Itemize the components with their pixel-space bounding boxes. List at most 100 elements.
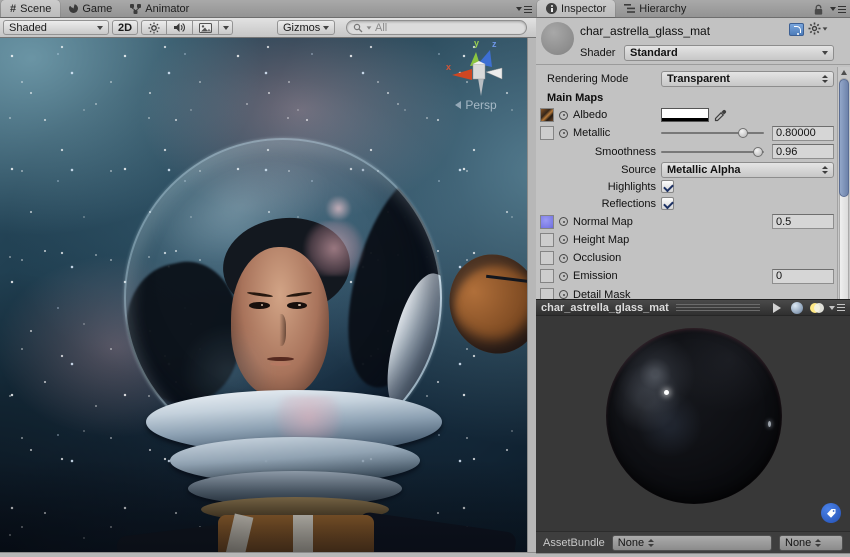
inspector-pane-menu-icon[interactable] bbox=[830, 4, 846, 14]
search-icon bbox=[353, 23, 363, 33]
preview-title: char_astrella_glass_mat bbox=[541, 302, 669, 314]
rendering-mode-dropdown[interactable]: Transparent bbox=[661, 71, 834, 87]
texture-picker-icon[interactable] bbox=[559, 254, 568, 263]
detail-mask-row: Detail Mask bbox=[540, 286, 834, 299]
normal-map-texture-thumbnail[interactable] bbox=[540, 215, 554, 229]
texture-picker-icon[interactable] bbox=[559, 217, 568, 226]
preview-material-sphere[interactable] bbox=[606, 328, 782, 504]
assetbundle-label: AssetBundle bbox=[543, 537, 605, 549]
chevron-down-icon bbox=[323, 26, 329, 30]
texture-picker-icon[interactable] bbox=[559, 235, 568, 244]
shader-dropdown[interactable]: Standard bbox=[624, 45, 834, 61]
material-properties: Rendering Mode Transparent Main Maps bbox=[536, 66, 837, 299]
gear-icon[interactable] bbox=[808, 22, 828, 35]
scene-toolbar: Shaded 2D bbox=[0, 18, 536, 38]
emission-texture-thumbnail[interactable] bbox=[540, 269, 554, 283]
smoothness-label: Smoothness bbox=[540, 146, 656, 158]
gear-glyph bbox=[808, 22, 821, 35]
material-preview-panel: char_astrella_glass_mat bbox=[536, 299, 850, 557]
occlusion-texture-thumbnail[interactable] bbox=[540, 251, 554, 265]
main-maps-header: Main Maps bbox=[540, 92, 603, 104]
source-row: Source Metallic Alpha bbox=[540, 161, 834, 179]
preview-menu-icon[interactable] bbox=[829, 303, 845, 313]
metallic-texture-thumbnail[interactable] bbox=[540, 126, 554, 140]
orientation-gizmo[interactable] bbox=[440, 42, 516, 100]
scene-pane-menu-icon[interactable] bbox=[516, 4, 532, 14]
height-map-texture-thumbnail[interactable] bbox=[540, 233, 554, 247]
preview-light-button[interactable] bbox=[807, 300, 827, 315]
albedo-color-swatch[interactable] bbox=[661, 108, 709, 122]
main-maps-header-row: Main Maps bbox=[540, 89, 834, 106]
normal-map-value-field[interactable]: 0.5 bbox=[772, 214, 834, 229]
gizmo-axis-down[interactable] bbox=[478, 78, 484, 96]
preview-drag-handle[interactable] bbox=[676, 304, 760, 311]
scene-viewport-row: x y z Persp bbox=[0, 38, 536, 552]
2d-toggle-button[interactable]: 2D bbox=[112, 20, 138, 35]
detail-mask-texture-thumbnail[interactable] bbox=[540, 288, 554, 299]
tab-hierarchy[interactable]: Hierarchy bbox=[615, 0, 695, 17]
scene-effects-button[interactable] bbox=[193, 20, 219, 35]
gizmo-x-label: x bbox=[446, 62, 451, 72]
gizmos-dropdown[interactable]: Gizmos bbox=[277, 20, 335, 35]
assetbundle-name-dropdown[interactable]: None bbox=[612, 535, 772, 551]
gizmo-y-label: y bbox=[474, 38, 479, 48]
source-dropdown[interactable]: Metallic Alpha bbox=[661, 162, 834, 178]
scroll-up-arrow[interactable] bbox=[841, 70, 847, 75]
scene-lighting-button[interactable] bbox=[141, 20, 167, 35]
shading-mode-label: Shaded bbox=[9, 22, 47, 34]
inspector-scrollbar[interactable] bbox=[837, 67, 850, 299]
gizmo-x-axis[interactable] bbox=[452, 69, 472, 80]
chevron-down-icon bbox=[823, 27, 828, 30]
lock-icon[interactable] bbox=[813, 4, 824, 16]
texture-picker-icon[interactable] bbox=[559, 129, 568, 138]
search-filter-chevron-icon bbox=[367, 26, 372, 29]
scroll-thumb[interactable] bbox=[839, 79, 849, 197]
updown-arrows-icon bbox=[648, 539, 654, 547]
metallic-slider[interactable] bbox=[661, 126, 764, 140]
hierarchy-icon bbox=[624, 4, 635, 13]
preview-mesh-button[interactable] bbox=[787, 300, 807, 315]
highlights-checkbox[interactable] bbox=[661, 180, 674, 193]
smoothness-slider[interactable] bbox=[661, 145, 764, 159]
metallic-value-field[interactable]: 0.80000 bbox=[772, 126, 834, 141]
texture-picker-icon[interactable] bbox=[559, 111, 568, 120]
highlights-label: Highlights bbox=[540, 181, 656, 193]
scene-viewport[interactable]: x y z Persp bbox=[0, 38, 527, 552]
gizmo-axis-right[interactable] bbox=[486, 68, 502, 79]
albedo-texture-thumbnail[interactable] bbox=[540, 108, 554, 122]
slider-knob[interactable] bbox=[753, 147, 763, 157]
help-icon[interactable] bbox=[789, 23, 804, 36]
texture-picker-icon[interactable] bbox=[559, 272, 568, 281]
height-map-row: Height Map bbox=[540, 231, 834, 249]
tab-animator-label: Animator bbox=[145, 3, 189, 15]
updown-arrows-icon bbox=[822, 166, 828, 174]
tab-game[interactable]: Game bbox=[60, 0, 121, 17]
emission-value-field[interactable]: 0 bbox=[772, 269, 834, 284]
smoothness-value-field[interactable]: 0.96 bbox=[772, 144, 834, 159]
texture-picker-icon[interactable] bbox=[559, 290, 568, 299]
gizmo-center-cube[interactable] bbox=[473, 64, 485, 79]
assetbundle-tag-button[interactable] bbox=[821, 503, 841, 523]
gizmo-persp-toggle[interactable]: Persp bbox=[438, 98, 514, 112]
tab-scene[interactable]: # Scene bbox=[1, 0, 60, 17]
reflections-checkbox[interactable] bbox=[661, 197, 674, 210]
albedo-label: Albedo bbox=[573, 109, 607, 121]
scene-search-input[interactable]: All bbox=[346, 20, 527, 35]
shading-mode-dropdown[interactable]: Shaded bbox=[3, 20, 109, 35]
persp-label: Persp bbox=[465, 98, 496, 112]
preview-header[interactable]: char_astrella_glass_mat bbox=[536, 299, 850, 316]
eyedropper-icon[interactable] bbox=[714, 109, 727, 122]
preview-play-button[interactable] bbox=[767, 300, 787, 315]
tab-game-label: Game bbox=[82, 3, 112, 15]
suit-strap bbox=[293, 515, 313, 552]
assetbundle-variant-dropdown[interactable]: None bbox=[779, 535, 843, 551]
detail-mask-label: Detail Mask bbox=[573, 289, 630, 299]
tab-animator[interactable]: Animator bbox=[121, 0, 198, 17]
2d-label: 2D bbox=[118, 22, 132, 34]
scene-audio-button[interactable] bbox=[167, 20, 193, 35]
tab-inspector[interactable]: Inspector bbox=[537, 0, 615, 17]
slider-knob[interactable] bbox=[738, 128, 748, 138]
emission-label: Emission bbox=[573, 270, 618, 282]
preview-body[interactable] bbox=[536, 316, 850, 531]
scene-effects-dropdown[interactable] bbox=[219, 20, 233, 35]
